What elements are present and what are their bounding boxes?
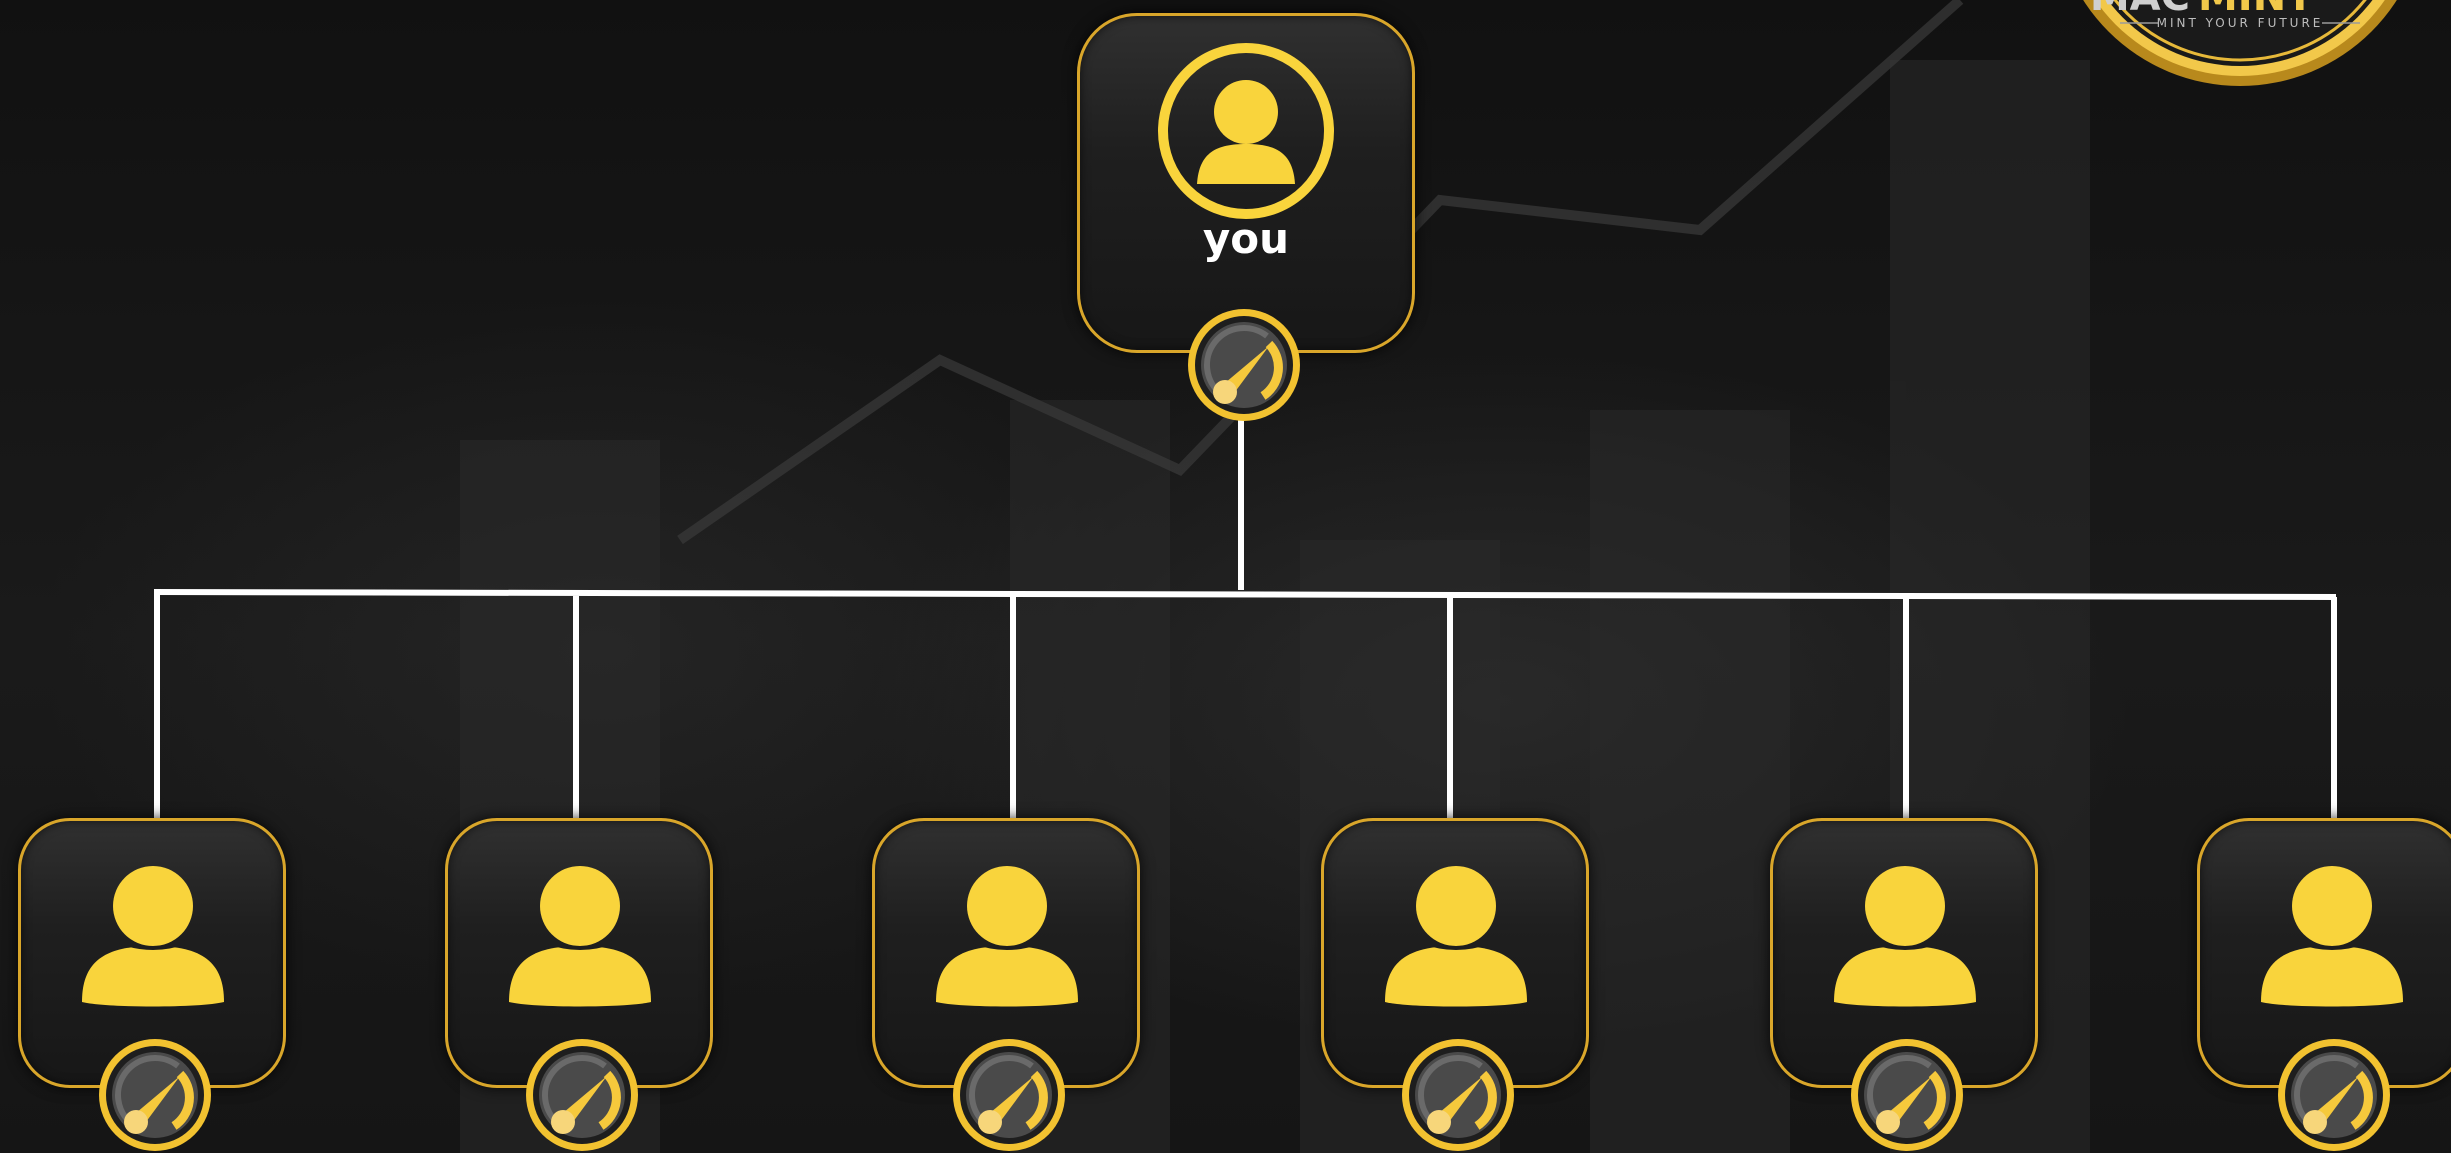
speedometer-icon[interactable] bbox=[1185, 306, 1303, 424]
user-icon bbox=[82, 866, 224, 1007]
speedometer-icon[interactable] bbox=[1399, 1036, 1517, 1153]
user-icon bbox=[1385, 866, 1527, 1007]
user-icon bbox=[2261, 866, 2403, 1007]
speedometer-icon[interactable] bbox=[2275, 1036, 2393, 1153]
user-icon bbox=[1158, 43, 1334, 219]
user-icon bbox=[1834, 866, 1976, 1007]
referral-tree-diagram: MAC MINT MINT YOUR FUTURE you bbox=[0, 0, 2451, 1153]
speedometer-icon[interactable] bbox=[1848, 1036, 1966, 1153]
speedometer-icon[interactable] bbox=[950, 1036, 1068, 1153]
root-user-label: you bbox=[1202, 214, 1290, 263]
user-icon bbox=[936, 866, 1078, 1007]
speedometer-icon[interactable] bbox=[96, 1036, 214, 1153]
speedometer-icon[interactable] bbox=[523, 1036, 641, 1153]
user-icon bbox=[509, 866, 651, 1007]
